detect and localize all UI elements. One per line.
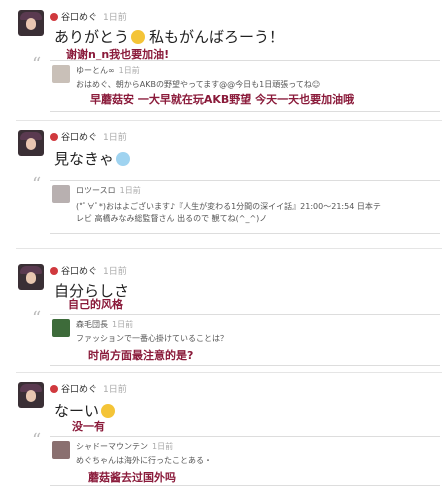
reply-translation: 蘑菇酱去过国外吗 <box>88 471 176 484</box>
sparkle-emoji-icon <box>116 152 131 166</box>
reply-author-row: ロツースロ 1日前 <box>76 186 141 195</box>
post-translation: 没一有 <box>72 420 105 433</box>
post-author-row: 谷口めぐ 1日前 <box>50 130 127 143</box>
post-author[interactable]: 谷口めぐ <box>61 267 97 277</box>
reply-box[interactable]: シャドーマウンテン 1日前 めぐちゃんは海外に行ったことある・ 蘑菇酱去过国外吗 <box>50 436 440 486</box>
reply-text: めぐちゃんは海外に行ったことある・ <box>76 456 212 465</box>
reply-avatar[interactable] <box>52 319 70 337</box>
avatar[interactable] <box>18 382 44 408</box>
post-divider <box>16 120 442 121</box>
post-time[interactable]: 1日前 <box>103 385 127 395</box>
face-emoji-icon <box>101 404 116 418</box>
post-time[interactable]: 1日前 <box>103 13 127 23</box>
reply-avatar[interactable] <box>52 441 70 459</box>
reply-text: ファッションで一番心掛けていることは？ <box>76 334 228 343</box>
reply-avatar[interactable] <box>52 65 70 83</box>
reply-box[interactable]: ロツースロ 1日前 (*ﾟ∀ﾟ*)おはよございます♪『人生が変わる1分間の深イイ話… <box>50 180 440 234</box>
post-divider <box>16 372 442 373</box>
avatar[interactable] <box>18 130 44 156</box>
reply-text-line2: レビ 高橋みなみ総監督さん 出るので 観てね(^_^)ノ <box>76 214 268 223</box>
post-divider <box>16 248 442 249</box>
post-author-row: 谷口めぐ 1日前 <box>50 382 127 395</box>
quote-icon: “ <box>32 430 42 451</box>
verified-icon <box>50 267 58 275</box>
reply-author-row: 森毛団長 1日前 <box>76 320 134 329</box>
reply-text: (*ﾟ∀ﾟ*)おはよございます♪『人生が変わる1分間の深イイ話』21:00〜21… <box>76 202 381 211</box>
post-translation: 自己的风格 <box>68 298 123 311</box>
verified-icon <box>50 133 58 141</box>
reply-translation: 早蘑菇安 一大早就在玩AKB野望 今天一天也要加油哦 <box>90 93 355 106</box>
smile-emoji-icon <box>131 30 146 44</box>
post-author[interactable]: 谷口めぐ <box>61 133 97 143</box>
reply-text: おはめぐ、朝からAKBの野望やってます@@今日も1日頑張ってね☺ <box>76 80 321 89</box>
post-author-row: 谷口めぐ 1日前 <box>50 10 127 23</box>
quote-icon: “ <box>32 54 42 75</box>
reply-avatar[interactable] <box>52 185 70 203</box>
reply-author-row: シャドーマウンテン 1日前 <box>76 442 174 451</box>
reply-translation: 时尚方面最注意的是? <box>88 349 194 362</box>
post-text: ありがとう 私もがんばろーう！ <box>54 28 285 46</box>
reply-box[interactable]: 森毛団長 1日前 ファッションで一番心掛けていることは？ 时尚方面最注意的是? <box>50 314 440 366</box>
quote-icon: “ <box>32 174 42 195</box>
post-author[interactable]: 谷口めぐ <box>61 13 97 23</box>
post-author-row: 谷口めぐ 1日前 <box>50 264 127 277</box>
post-time[interactable]: 1日前 <box>103 267 127 277</box>
verified-icon <box>50 385 58 393</box>
post-author[interactable]: 谷口めぐ <box>61 385 97 395</box>
reply-author-row: ゆーとん∞ 1日前 <box>76 66 140 75</box>
post-text: 見なきゃ <box>54 148 131 169</box>
post-time[interactable]: 1日前 <box>103 133 127 143</box>
quote-icon: “ <box>32 308 42 329</box>
reply-box[interactable]: ゆーとん∞ 1日前 おはめぐ、朝からAKBの野望やってます@@今日も1日頑張ってね… <box>50 60 440 112</box>
verified-icon <box>50 13 58 21</box>
avatar[interactable] <box>18 264 44 290</box>
avatar[interactable] <box>18 10 44 36</box>
